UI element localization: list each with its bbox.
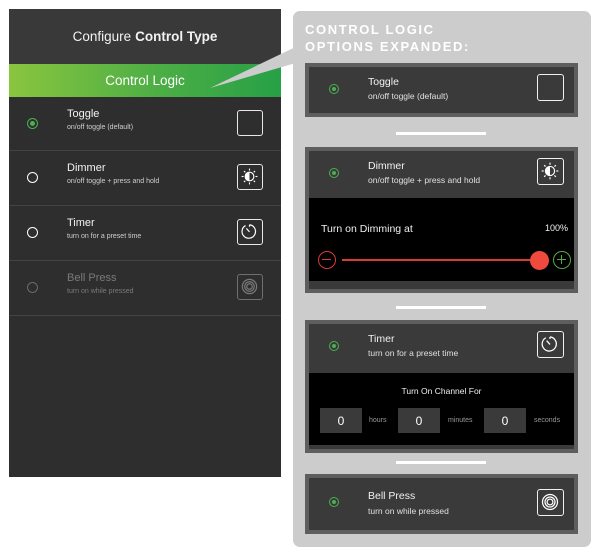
divider (396, 461, 486, 464)
timer-label: Turn On Channel For (401, 386, 482, 396)
brightness-icon (537, 158, 564, 185)
option-toggle[interactable]: Toggle on/off toggle (default) (9, 97, 281, 151)
divider (396, 306, 486, 309)
callout-pointer (210, 42, 306, 88)
section-title: Control Logic (105, 73, 185, 88)
panel-title: CONTROL LOGIC OPTIONS EXPANDED: (305, 21, 470, 55)
radio-bell-press-disabled[interactable] (27, 282, 38, 293)
timer-duration-section: Turn On Channel For 0 hours 0 minutes 0 … (309, 373, 574, 445)
toggle-square-icon (537, 74, 564, 101)
radio-dimmer[interactable] (27, 172, 38, 183)
seconds-unit: seconds (534, 417, 561, 424)
card-subtitle: on/off toggle (default) (368, 91, 449, 101)
radio-toggle-selected[interactable] (27, 118, 38, 129)
card-title: Timer (368, 333, 395, 345)
card-title: Bell Press (368, 490, 416, 502)
radio-dimmer-selected[interactable] (329, 168, 339, 178)
minutes-field[interactable]: 0 (398, 408, 440, 433)
option-timer[interactable]: Timer turn on for a preset time (9, 206, 281, 261)
dimming-label: Turn on Dimming at (321, 223, 413, 235)
panel-title-line-1: CONTROL LOGIC (305, 22, 435, 37)
bell-press-icon (537, 489, 564, 516)
card-title: Toggle (368, 76, 399, 88)
expanded-options-panel: CONTROL LOGIC OPTIONS EXPANDED: Toggle o… (293, 11, 591, 547)
dimming-slider-track[interactable] (342, 259, 539, 261)
option-bell-press[interactable]: Bell Press turn on while pressed (9, 261, 281, 316)
seconds-field[interactable]: 0 (484, 408, 526, 433)
toggle-card[interactable]: Toggle on/off toggle (default) (305, 63, 578, 117)
dimming-section: Turn on Dimming at 100% (309, 198, 574, 281)
option-subtitle: turn on for a preset time (67, 233, 142, 240)
dimming-slider-thumb[interactable] (530, 251, 549, 270)
timer-icon (237, 219, 263, 245)
brightness-icon (237, 164, 263, 190)
hours-unit: hours (369, 417, 387, 424)
card-subtitle: on/off toggle + press and hold (368, 175, 481, 185)
option-title: Dimmer (67, 162, 106, 174)
bell-press-icon (237, 274, 263, 300)
increase-button[interactable] (553, 251, 571, 269)
timer-icon (537, 331, 564, 358)
card-title: Dimmer (368, 160, 405, 172)
radio-timer-selected[interactable] (329, 341, 339, 351)
decrease-button[interactable] (318, 251, 336, 269)
radio-toggle-selected[interactable] (329, 84, 339, 94)
radio-timer[interactable] (27, 227, 38, 238)
card-subtitle: turn on for a preset time (368, 348, 459, 358)
radio-bell-press-selected[interactable] (329, 497, 339, 507)
header-title: Control Type (135, 29, 218, 44)
divider (396, 132, 486, 135)
option-title: Bell Press (67, 272, 117, 284)
bell-press-card[interactable]: Bell Press turn on while pressed (305, 474, 578, 534)
timer-card[interactable]: Timer turn on for a preset time Turn On … (305, 320, 578, 453)
option-subtitle: on/off toggle + press and hold (67, 178, 160, 185)
dimmer-card[interactable]: Dimmer on/off toggle + press and hold Tu… (305, 147, 578, 293)
option-title: Toggle (67, 108, 100, 120)
minutes-unit: minutes (448, 417, 473, 424)
card-subtitle: turn on while pressed (368, 506, 449, 516)
option-title: Timer (67, 217, 95, 229)
header-prefix: Configure (72, 29, 132, 44)
option-subtitle: on/off toggle (default) (67, 124, 134, 131)
option-dimmer[interactable]: Dimmer on/off toggle + press and hold (9, 151, 281, 206)
hours-field[interactable]: 0 (320, 408, 362, 433)
toggle-square-icon (237, 110, 263, 136)
dimming-percent: 100% (544, 223, 568, 233)
option-subtitle: turn on while pressed (67, 288, 134, 295)
panel-title-line-2: OPTIONS EXPANDED: (305, 39, 470, 54)
